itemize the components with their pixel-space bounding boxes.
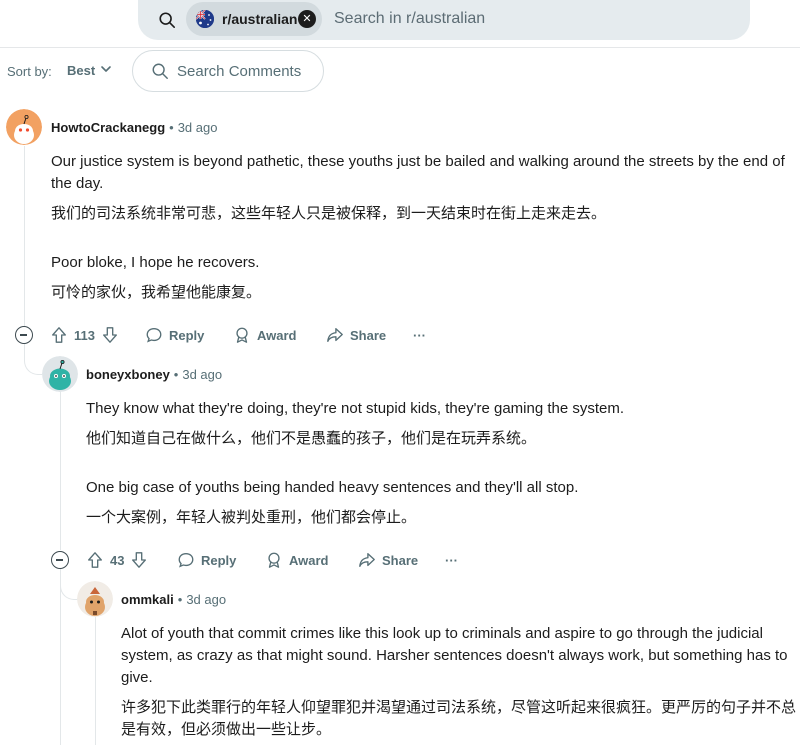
comment-body: They know what they're doing, they're no… [86, 398, 796, 529]
award-label: Award [257, 327, 297, 343]
share-button[interactable]: Share [358, 545, 418, 575]
thread-line[interactable] [95, 617, 96, 745]
share-label: Share [382, 552, 419, 568]
comment-actions: 43 Reply Award Share ··· [86, 545, 486, 575]
comment-bubble-icon [178, 553, 194, 568]
share-icon [359, 553, 375, 567]
thread-branch [24, 343, 42, 375]
thread-line[interactable] [60, 392, 61, 550]
thread-line[interactable] [24, 146, 25, 326]
comment-meta: HowtoCrackanegg • 3d ago [51, 120, 217, 135]
reply-label: Reply [169, 327, 205, 343]
comment-paragraph: Our justice system is beyond pathetic, t… [51, 153, 785, 192]
upvote-icon[interactable] [50, 326, 68, 344]
comment-meta: ommkali • 3d ago [121, 592, 226, 607]
downvote-icon[interactable] [101, 326, 119, 344]
reply-label: Reply [201, 552, 237, 568]
comment-meta: boneyxboney • 3d ago [86, 367, 222, 382]
reply-button[interactable]: Reply [145, 320, 204, 350]
vote-count: 113 [74, 327, 95, 343]
comment-body: Our justice system is beyond pathetic, t… [51, 151, 800, 304]
username[interactable]: HowtoCrackanegg [51, 120, 165, 135]
clear-community-icon[interactable]: ✕ [298, 10, 316, 28]
meta-separator: • [173, 367, 179, 382]
comment-paragraph: 许多犯下此类罪行的年轻人仰望罪犯并渴望通过司法系统，尽管这听起来很疯狂。更严厉的… [121, 699, 797, 738]
meta-separator: • [177, 592, 183, 607]
avatar[interactable] [42, 356, 78, 392]
search-input[interactable]: Search in r/australian [334, 10, 485, 28]
award-button[interactable]: Award [233, 320, 297, 350]
username[interactable]: boneyxboney [86, 367, 170, 382]
comment-paragraph: 一个大案例，年轻人被判处重刑，他们都会停止。 [86, 509, 417, 526]
share-button[interactable]: Share [326, 320, 386, 350]
sort-label: Sort by: [7, 64, 52, 79]
downvote-icon[interactable] [130, 551, 148, 569]
comment-actions: 113 Reply Award Share ··· [50, 320, 450, 350]
search-comments-button[interactable]: Search Comments [132, 50, 324, 92]
search-icon[interactable] [158, 11, 176, 29]
comment-paragraph: 可怜的家伙，我希望他能康复。 [51, 284, 262, 301]
community-name: r/australian [222, 11, 298, 27]
avatar[interactable] [77, 581, 113, 617]
sort-bar: Sort by: Best Search Comments [0, 48, 800, 94]
upvote-icon[interactable] [86, 551, 104, 569]
timestamp[interactable]: 3d ago [186, 592, 226, 607]
meta-separator: • [169, 120, 174, 135]
comment-bubble-icon [146, 328, 162, 343]
top-bar: r/australian ✕ Search in r/australian [0, 0, 800, 48]
vote-group: 43 [86, 545, 148, 575]
sort-dropdown[interactable]: Best [67, 63, 95, 78]
chevron-down-icon[interactable] [100, 63, 112, 75]
australia-flag-icon [196, 10, 214, 28]
reply-button[interactable]: Reply [177, 545, 236, 575]
comment-paragraph: One big case of youths being handed heav… [86, 479, 579, 496]
avatar[interactable] [6, 109, 42, 145]
timestamp[interactable]: 3d ago [182, 367, 222, 382]
search-comments-label: Search Comments [177, 63, 302, 80]
more-options-button[interactable]: ··· [413, 320, 426, 350]
share-icon [327, 328, 343, 342]
award-icon [268, 552, 280, 568]
search-bar[interactable]: r/australian ✕ Search in r/australian [138, 0, 750, 40]
more-icon: ··· [413, 327, 426, 343]
more-icon: ··· [445, 552, 458, 568]
award-button[interactable]: Award [265, 545, 329, 575]
thread-branch [60, 568, 78, 600]
comment-paragraph: Poor bloke, I hope he recovers. [51, 254, 260, 271]
comment-paragraph: 他们知道自己在做什么，他们不是愚蠢的孩子，他们是在玩弄系统。 [86, 430, 537, 447]
vote-group: 113 [50, 320, 119, 350]
more-options-button[interactable]: ··· [445, 545, 458, 575]
username[interactable]: ommkali [121, 592, 174, 607]
timestamp[interactable]: 3d ago [178, 120, 218, 135]
share-label: Share [350, 327, 387, 343]
community-chip[interactable]: r/australian ✕ [186, 2, 322, 36]
search-icon [152, 63, 168, 79]
comment-body: Alot of youth that commit crimes like th… [121, 623, 797, 741]
collapse-minus-icon[interactable] [15, 326, 33, 344]
award-label: Award [289, 552, 329, 568]
thread-line[interactable] [60, 578, 61, 745]
collapse-minus-icon[interactable] [51, 551, 69, 569]
vote-count: 43 [110, 552, 125, 568]
award-icon [236, 327, 248, 343]
comment-paragraph: They know what they're doing, they're no… [86, 400, 625, 417]
comment-paragraph: Alot of youth that commit crimes like th… [121, 625, 788, 686]
comment-paragraph: 我们的司法系统非常可悲，这些年轻人只是被保释，到一天结束时在街上走来走去。 [51, 205, 607, 222]
